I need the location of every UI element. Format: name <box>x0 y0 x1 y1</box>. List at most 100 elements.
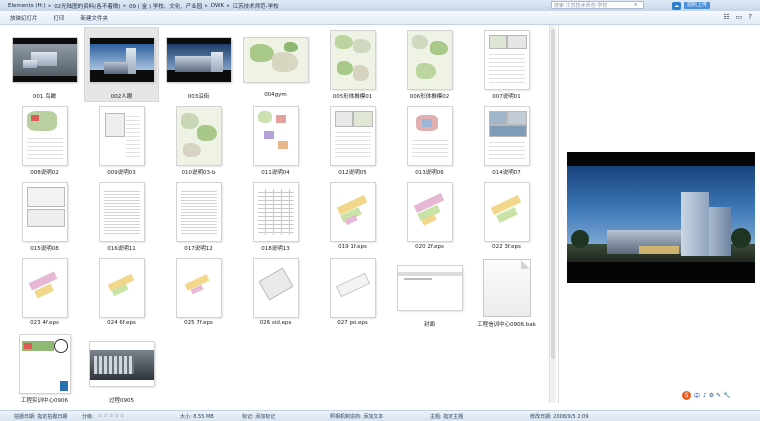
image-thumbnail <box>12 38 77 82</box>
file-item[interactable]: 025 7f.eps <box>160 255 237 331</box>
file-item[interactable]: 封面 <box>391 255 468 331</box>
breadcrumb-current[interactable]: 江苏技术师范-学校 <box>231 2 281 10</box>
file-item[interactable]: 026 sid.eps <box>237 255 314 331</box>
search-icon[interactable]: ⌕ <box>634 1 637 9</box>
image-thumbnail <box>330 259 375 317</box>
image-thumbnail <box>243 38 308 82</box>
preview-image <box>567 152 755 283</box>
file-name: 工程实训中心0906 <box>21 398 68 404</box>
file-item[interactable]: 019 1f.eps <box>314 179 391 255</box>
upload-button[interactable]: 拍照上传 <box>684 2 711 9</box>
file-item[interactable]: 018说明13 <box>237 179 314 255</box>
image-thumbnail <box>89 38 154 82</box>
ime-toolbar[interactable]: S 中 ♪ ⚙ ✎ 🔧 <box>682 390 730 400</box>
vertical-scrollbar[interactable] <box>549 25 556 403</box>
breadcrumb-folder-1[interactable]: 02光陆图的资料(各不着微) <box>52 2 122 10</box>
document-icon <box>483 260 530 316</box>
file-item[interactable]: 014说明07 <box>468 103 545 179</box>
cloud-upload[interactable]: ☁ 拍照上传 <box>672 1 711 10</box>
slideshow-button[interactable]: 放映幻灯片 <box>10 14 38 22</box>
file-name: 022 3f.eps <box>492 244 521 250</box>
file-item[interactable]: 007说明01 <box>468 27 545 103</box>
file-item[interactable]: 009说明03 <box>83 103 160 179</box>
image-thumbnail <box>330 31 375 89</box>
file-name: 009说明03 <box>107 170 136 176</box>
rating-label: 分级: <box>82 414 94 420</box>
file-name: 010说明03-b <box>181 170 216 176</box>
file-item[interactable]: 011说明04 <box>237 103 314 179</box>
scrollbar-thumb[interactable] <box>551 29 555 359</box>
rating-stars[interactable]: ☆☆☆☆☆ <box>98 413 125 419</box>
view-options-icon[interactable]: ☷ <box>723 13 729 21</box>
image-thumbnail <box>89 342 154 386</box>
file-size: 大小: 8.55 MB <box>180 414 214 420</box>
file-item[interactable]: 004gym <box>237 27 314 103</box>
file-item[interactable]: 017说明12 <box>160 179 237 255</box>
image-thumbnail <box>99 183 144 241</box>
file-item[interactable]: 过程0905 <box>83 331 160 407</box>
file-name: 封面 <box>423 322 435 328</box>
file-name: 018说明13 <box>261 246 290 252</box>
file-item[interactable]: 012说明05 <box>314 103 391 179</box>
file-item[interactable]: 002人眼 <box>83 27 160 103</box>
image-thumbnail <box>176 107 221 165</box>
print-button[interactable]: 打印 <box>54 14 65 22</box>
help-icon[interactable]: ? <box>748 13 752 21</box>
preview-pane-icon[interactable]: ▭ <box>736 13 743 21</box>
image-thumbnail <box>99 107 144 165</box>
file-item[interactable]: 010说明03-b <box>160 103 237 179</box>
ime-tools[interactable]: ♪ ⚙ ✎ 🔧 <box>703 392 730 399</box>
image-thumbnail <box>407 107 452 165</box>
breadcrumb-folder-3[interactable]: DWK <box>209 3 226 9</box>
image-thumbnail <box>253 107 298 165</box>
breadcrumb[interactable]: Elements (H:) ▸ 02光陆图的资料(各不着微) ▸ 09 ( 金 … <box>6 1 281 10</box>
toolbar: 放映幻灯片 打印 新建文件夹 ☷ ▭ ? <box>0 11 760 25</box>
subject: 主题: 指定主题 <box>430 414 464 420</box>
file-item[interactable]: 024 6f.eps <box>83 255 160 331</box>
file-item[interactable]: 工程信训中心0906.bak <box>468 255 545 331</box>
file-name: 006形体推模02 <box>409 94 450 100</box>
file-item[interactable]: 005形体推模01 <box>314 27 391 103</box>
file-item[interactable]: 003沿街 <box>160 27 237 103</box>
file-name: 004gym <box>264 92 287 98</box>
ime-mode[interactable]: 中 <box>694 391 700 400</box>
file-name: 017说明12 <box>184 246 213 252</box>
file-item[interactable]: 006形体推模02 <box>391 27 468 103</box>
image-thumbnail <box>22 183 67 241</box>
breadcrumb-folder-2[interactable]: 09 ( 金 ) 学校、文化、产业园 <box>127 2 204 10</box>
file-name: 019 1f.eps <box>338 244 367 250</box>
image-thumbnail <box>253 259 298 317</box>
file-name: 005形体推模01 <box>332 94 373 100</box>
new-folder-button[interactable]: 新建文件夹 <box>81 14 109 22</box>
file-item[interactable]: 020 2f.eps <box>391 179 468 255</box>
file-name: 工程信训中心0906.bak <box>477 322 536 328</box>
file-name: 027 po.eps <box>337 320 368 326</box>
file-item[interactable]: 016说明11 <box>83 179 160 255</box>
date-taken: 拍摄日期: 指定拍摄日期 <box>14 414 68 420</box>
image-thumbnail <box>176 183 221 241</box>
image-thumbnail <box>484 31 529 89</box>
sogou-logo-icon: S <box>682 390 691 400</box>
file-item[interactable]: 008说明02 <box>6 103 83 179</box>
breadcrumb-drive[interactable]: Elements (H:) <box>6 3 48 9</box>
file-item[interactable]: 001 鸟瞰 <box>6 27 83 103</box>
file-name: 003沿街 <box>187 94 210 100</box>
file-name: 过程0905 <box>109 398 134 404</box>
file-name: 023 4f.eps <box>30 320 59 326</box>
file-item[interactable]: 013说明06 <box>391 103 468 179</box>
search-input[interactable]: 搜索 江苏技术师范-学校 <box>551 1 644 9</box>
image-thumbnail <box>407 31 452 89</box>
file-name: 001 鸟瞰 <box>32 94 57 100</box>
image-thumbnail <box>407 183 452 241</box>
file-name: 007说明01 <box>492 94 521 100</box>
image-thumbnail <box>176 259 221 317</box>
file-item[interactable]: 022 3f.eps <box>468 179 545 255</box>
file-item[interactable]: 015说明08 <box>6 179 83 255</box>
file-item[interactable]: 工程实训中心0906 <box>6 331 83 407</box>
image-thumbnail <box>330 183 375 241</box>
image-thumbnail <box>166 38 231 82</box>
file-item[interactable]: 023 4f.eps <box>6 255 83 331</box>
file-name: 013说明06 <box>415 170 444 176</box>
file-item[interactable]: 027 po.eps <box>314 255 391 331</box>
image-thumbnail <box>22 259 67 317</box>
